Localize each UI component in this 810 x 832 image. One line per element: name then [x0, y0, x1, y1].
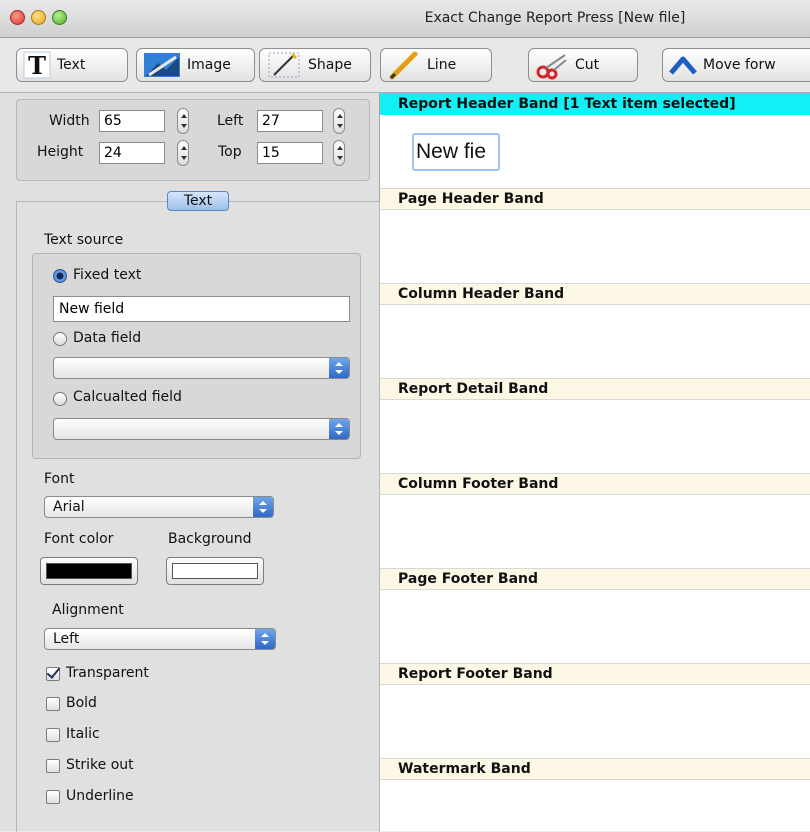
scissors-icon [536, 54, 567, 80]
underline-label: Underline [66, 788, 134, 804]
font-label: Font [44, 471, 75, 487]
calculated-field-label: Calcualted field [73, 389, 182, 405]
top-label: Top [218, 144, 242, 160]
band-report-header[interactable]: Report Header Band [1 Text item selected… [380, 93, 810, 115]
calculated-field-radio[interactable] [53, 392, 67, 406]
add-text-label: Text [57, 57, 86, 73]
line-tool-icon [389, 51, 418, 80]
font-select[interactable]: Arial [44, 496, 274, 518]
add-shape-button[interactable]: Shape [259, 48, 371, 82]
shape-tool-icon [268, 52, 300, 78]
background-color-well[interactable] [166, 557, 264, 585]
width-stepper[interactable] [177, 108, 189, 134]
bold-label: Bold [66, 695, 97, 711]
width-label: Width [49, 113, 90, 129]
add-line-button[interactable]: Line [380, 48, 492, 82]
calculated-field-select-arrow [329, 419, 349, 439]
band-page-header[interactable]: Page Header Band [380, 188, 810, 210]
background-color-swatch [172, 563, 258, 579]
add-line-label: Line [427, 57, 457, 73]
text-tool-icon: T [23, 51, 51, 79]
width-field[interactable] [99, 110, 165, 132]
font-color-swatch [46, 563, 132, 579]
left-field[interactable] [257, 110, 323, 132]
font-color-label: Font color [44, 531, 114, 547]
text-source-label: Text source [44, 232, 124, 248]
strike-out-label: Strike out [66, 757, 134, 773]
italic-label: Italic [66, 726, 100, 742]
font-select-value: Arial [53, 499, 85, 515]
band-column-header[interactable]: Column Header Band [380, 283, 810, 305]
text-source-box: Fixed text Data field Calcualted field [32, 253, 361, 459]
bold-checkbox[interactable] [46, 697, 60, 711]
data-field-select-arrow [329, 358, 349, 378]
report-canvas[interactable]: Report Header Band [1 Text item selected… [380, 93, 810, 831]
zoom-window-button[interactable] [52, 10, 67, 25]
left-label: Left [217, 113, 244, 129]
underline-checkbox[interactable] [46, 790, 60, 804]
height-stepper[interactable] [177, 140, 189, 166]
alignment-select[interactable]: Left [44, 628, 276, 650]
alignment-select-arrow [255, 629, 275, 649]
add-image-button[interactable]: Image [136, 48, 255, 82]
background-label: Background [168, 531, 252, 547]
window-title: Exact Change Report Press [New file] [424, 10, 686, 26]
data-field-select[interactable] [53, 357, 350, 379]
move-forward-button[interactable]: Move forw [662, 48, 810, 82]
strike-out-checkbox[interactable] [46, 759, 60, 773]
svg-text:T: T [28, 51, 46, 79]
data-field-radio[interactable] [53, 332, 67, 346]
add-shape-label: Shape [308, 57, 352, 73]
font-select-arrow [253, 497, 273, 517]
transparent-label: Transparent [66, 665, 149, 681]
close-window-button[interactable] [10, 10, 25, 25]
cut-button[interactable]: Cut [528, 48, 638, 82]
fixed-text-radio[interactable] [53, 269, 67, 283]
band-page-footer[interactable]: Page Footer Band [380, 568, 810, 590]
selected-text-field[interactable]: New fie [412, 133, 500, 171]
fixed-text-label: Fixed text [73, 267, 142, 283]
title-bar: Exact Change Report Press [New file] [0, 0, 810, 38]
calculated-field-select[interactable] [53, 418, 350, 440]
move-forward-label: Move forw [703, 57, 776, 73]
data-field-label: Data field [73, 330, 142, 346]
band-report-footer[interactable]: Report Footer Band [380, 663, 810, 685]
fixed-text-input[interactable] [53, 296, 350, 322]
height-label: Height [37, 144, 84, 160]
transparent-checkbox[interactable] [46, 667, 60, 681]
band-column-footer[interactable]: Column Footer Band [380, 473, 810, 495]
add-image-label: Image [187, 57, 231, 73]
top-stepper[interactable] [333, 140, 345, 166]
tab-text[interactable]: Text [167, 191, 229, 211]
font-color-well[interactable] [40, 557, 138, 585]
inspector-panel: Width Height Left Top Text Text source F… [0, 93, 380, 832]
band-report-detail[interactable]: Report Detail Band [380, 378, 810, 400]
move-forward-icon [669, 56, 697, 75]
height-field[interactable] [99, 142, 165, 164]
alignment-select-value: Left [53, 631, 80, 647]
image-tool-icon [144, 53, 180, 77]
band-watermark[interactable]: Watermark Band [380, 758, 810, 780]
add-text-button[interactable]: T Text [16, 48, 128, 82]
italic-checkbox[interactable] [46, 728, 60, 742]
left-stepper[interactable] [333, 108, 345, 134]
minimize-window-button[interactable] [31, 10, 46, 25]
cut-label: Cut [575, 57, 600, 73]
toolbar: T Text Image Shape Line Cut Move forw [0, 38, 810, 93]
top-field[interactable] [257, 142, 323, 164]
alignment-label: Alignment [52, 602, 124, 618]
geometry-box: Width Height Left Top [16, 99, 370, 181]
